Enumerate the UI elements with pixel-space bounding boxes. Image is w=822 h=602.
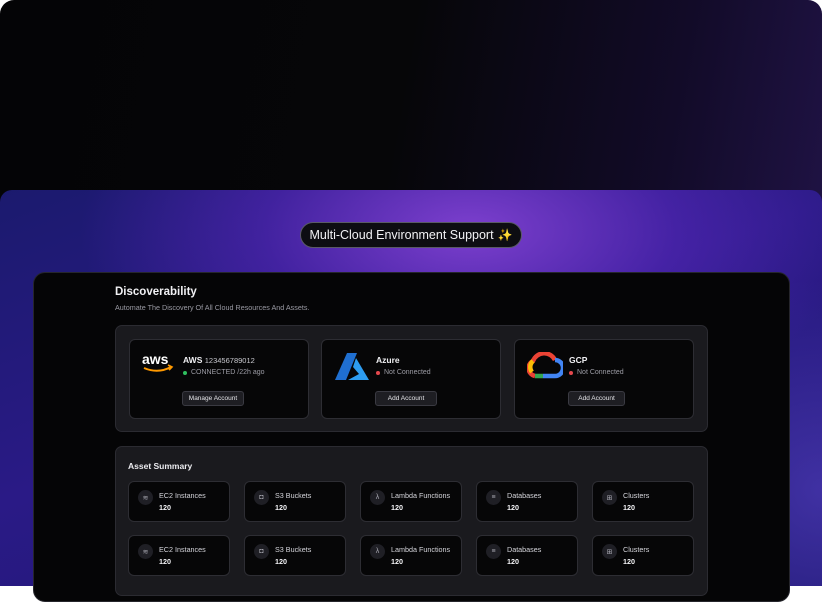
status-text: Not Connected	[384, 369, 431, 376]
cluster-icon: ⊞	[602, 544, 617, 559]
section-title: Discoverability	[115, 286, 197, 298]
cluster-icon: ⊞	[602, 490, 617, 505]
badge-label: Multi-Cloud Environment Support	[309, 228, 494, 242]
database-icon: ≡	[486, 490, 501, 505]
azure-card: Azure Not Connected Add Account	[321, 339, 501, 419]
asset-label: EC2 Instances	[159, 545, 206, 554]
asset-label: S3 Buckets	[275, 545, 312, 554]
aws-logo: aws	[142, 351, 174, 372]
lambda-icon: λ	[370, 544, 385, 559]
status-text: Not Connected	[577, 369, 624, 376]
asset-label: S3 Buckets	[275, 491, 312, 500]
add-account-button[interactable]: Add Account	[568, 391, 625, 406]
asset-count: 120	[623, 557, 635, 566]
cloud-name: Azure	[376, 355, 400, 365]
asset-label: Lambda Functions	[391, 545, 451, 554]
asset-count: 120	[623, 503, 635, 512]
aws-card: aws AWS 123456789012 CONNECTED /22h ago …	[129, 339, 309, 419]
asset-card-clusters[interactable]: ⊞ Clusters 120	[592, 535, 694, 576]
gcp-card: GCP Not Connected Add Account	[514, 339, 694, 419]
asset-count: 120	[507, 503, 519, 512]
asset-label: EC2 Instances	[159, 491, 206, 500]
asset-label: Clusters	[623, 545, 650, 554]
asset-summary-title: Asset Summary	[128, 461, 193, 471]
layers-icon: ≋	[138, 544, 153, 559]
add-account-button[interactable]: Add Account	[375, 391, 437, 406]
asset-card-databases[interactable]: ≡ Databases 120	[476, 481, 578, 522]
asset-count: 120	[391, 557, 403, 566]
asset-label: Databases	[507, 545, 542, 554]
azure-logo	[335, 353, 369, 380]
cloud-name: AWS	[183, 355, 203, 365]
sparkle-icon: ✨	[497, 228, 513, 242]
account-id: 123456789012	[204, 356, 255, 365]
asset-count: 120	[275, 503, 287, 512]
asset-count: 120	[507, 557, 519, 566]
lambda-icon: λ	[370, 490, 385, 505]
status-text: CONNECTED /22h ago	[191, 369, 265, 376]
asset-card-ec2[interactable]: ≋ EC2 Instances 120	[128, 535, 230, 576]
manage-account-button[interactable]: Manage Account	[182, 391, 244, 406]
asset-label: Lambda Functions	[391, 491, 451, 500]
asset-card-clusters[interactable]: ⊞ Clusters 120	[592, 481, 694, 522]
asset-count: 120	[275, 557, 287, 566]
status-dot-icon	[376, 370, 380, 375]
asset-label: Clusters	[623, 491, 650, 500]
multi-cloud-badge: Multi-Cloud Environment Support ✨	[300, 222, 522, 248]
bucket-icon: ◘	[254, 544, 269, 559]
asset-label: Databases	[507, 491, 542, 500]
bucket-icon: ◘	[254, 490, 269, 505]
svg-text:aws: aws	[142, 351, 169, 367]
cloud-name: GCP	[569, 355, 588, 365]
azure-status: Not Connected	[376, 369, 431, 376]
gcp-status: Not Connected	[569, 369, 624, 376]
asset-count: 120	[159, 557, 171, 566]
asset-count: 120	[159, 503, 171, 512]
asset-card-ec2[interactable]: ≋ EC2 Instances 120	[128, 481, 230, 522]
asset-card-lambda[interactable]: λ Lambda Functions 120	[360, 481, 462, 522]
asset-count: 120	[391, 503, 403, 512]
status-dot-icon	[569, 370, 573, 375]
aws-name-row: AWS 123456789012	[183, 355, 255, 365]
status-dot-icon	[183, 370, 187, 375]
layers-icon: ≋	[138, 490, 153, 505]
asset-card-s3[interactable]: ◘ S3 Buckets 120	[244, 481, 346, 522]
section-subtitle: Automate The Discovery Of All Cloud Reso…	[115, 303, 310, 312]
database-icon: ≡	[486, 544, 501, 559]
aws-status: CONNECTED /22h ago	[183, 369, 265, 376]
asset-card-lambda[interactable]: λ Lambda Functions 120	[360, 535, 462, 576]
gcp-logo	[527, 352, 563, 379]
asset-card-databases[interactable]: ≡ Databases 120	[476, 535, 578, 576]
asset-card-s3[interactable]: ◘ S3 Buckets 120	[244, 535, 346, 576]
